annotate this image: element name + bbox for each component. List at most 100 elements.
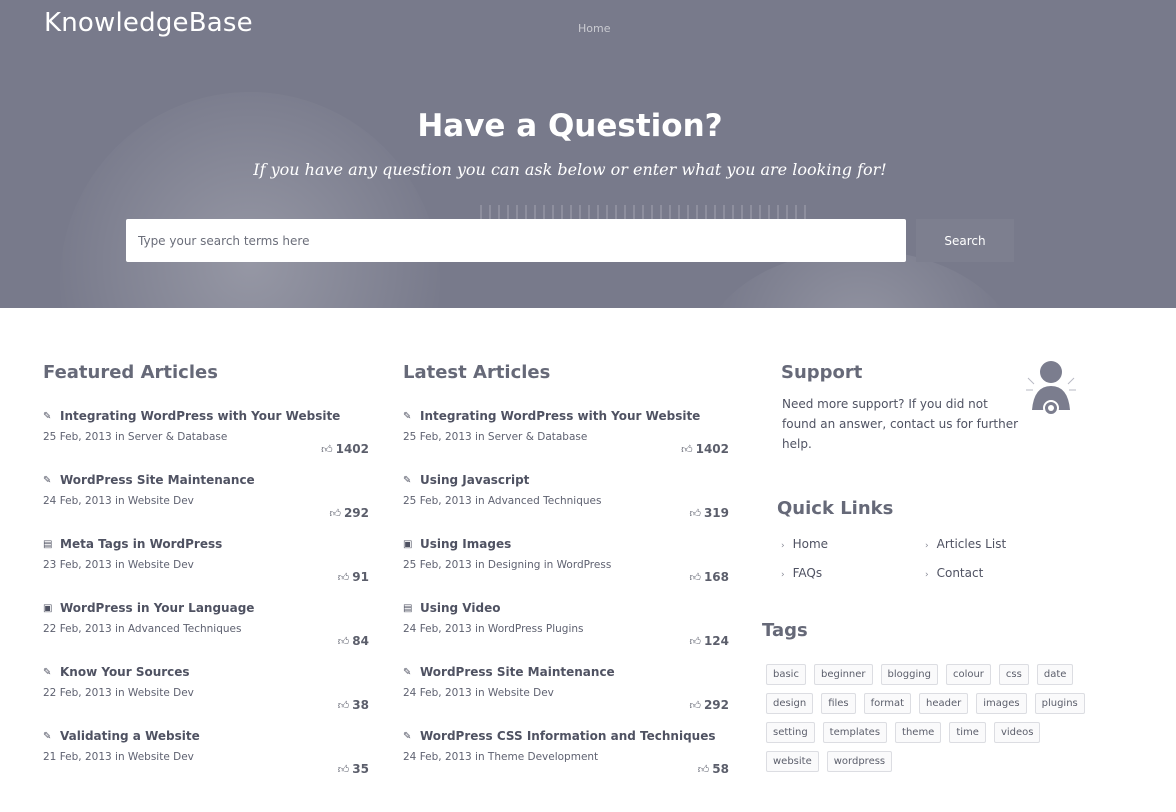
quick-link-label: Home xyxy=(792,537,829,551)
thumbs-up-icon: 👍︎ xyxy=(321,443,333,456)
article-meta: 24 Feb, 2013 in WordPress Plugins xyxy=(403,623,584,635)
tag-theme[interactable]: theme xyxy=(895,722,942,743)
article-item: ✎ Using Javascript 25 Feb, 2013 in Advance… xyxy=(403,473,729,537)
article-meta: 25 Feb, 2013 in Server & Database xyxy=(403,431,588,443)
hero-banner: KnowledgeBase Home Have a Question? If y… xyxy=(0,0,1176,308)
tag-images[interactable]: images xyxy=(976,693,1027,714)
article-meta: 23 Feb, 2013 in Website Dev xyxy=(43,559,194,571)
article-title-link[interactable]: ✎ Using Javascript xyxy=(403,473,729,487)
edit-icon: ✎ xyxy=(403,666,412,678)
article-title: Know Your Sources xyxy=(60,665,190,679)
tag-beginner[interactable]: beginner xyxy=(813,664,873,685)
like-count: 👍︎ 292 xyxy=(689,698,729,712)
article-title-link[interactable]: ✎ Know Your Sources xyxy=(43,665,369,679)
article-title-link[interactable]: ▤ Meta Tags in WordPress xyxy=(43,537,369,551)
support-text: Need more support? If you did not found … xyxy=(782,397,1019,451)
tag-design[interactable]: design xyxy=(766,693,814,714)
tag-date[interactable]: date xyxy=(1036,664,1074,685)
tag-time[interactable]: time xyxy=(949,722,986,743)
tags-heading: Tags xyxy=(762,620,808,641)
article-title: Using Images xyxy=(420,537,512,551)
quick-link-faqs[interactable]: › FAQs xyxy=(781,566,822,580)
edit-icon: ✎ xyxy=(43,730,52,742)
article-list: ✎ Integrating WordPress with Your Website… xyxy=(403,409,729,793)
article-title: Meta Tags in WordPress xyxy=(60,537,223,551)
article-meta: 24 Feb, 2013 in Theme Development xyxy=(403,751,599,763)
like-count: 👍︎ 35 xyxy=(338,762,369,776)
article-title-link[interactable]: ✎ Integrating WordPress with Your Website xyxy=(43,409,369,423)
article-title: WordPress Site Maintenance xyxy=(420,665,615,679)
nav-item[interactable] xyxy=(662,22,746,35)
article-title-link[interactable]: ✎ WordPress Site Maintenance xyxy=(403,665,729,679)
tag-plugins[interactable]: plugins xyxy=(1034,693,1085,714)
tag-videos[interactable]: videos xyxy=(993,722,1041,743)
like-count: 👍︎ 58 xyxy=(698,762,729,776)
tag-files[interactable]: files xyxy=(821,693,856,714)
tag-blogging[interactable]: blogging xyxy=(880,664,938,685)
hero-title: Have a Question? xyxy=(417,108,723,144)
featured-heading: Featured Articles xyxy=(43,362,218,383)
tag-format[interactable]: format xyxy=(863,693,912,714)
search-button[interactable]: Search xyxy=(916,219,1014,262)
article-item: ✎ Know Your Sources 22 Feb, 2013 in Websit… xyxy=(43,665,369,729)
article-title-link[interactable]: ▤ Using Video xyxy=(403,601,729,615)
thumbs-up-icon: 👍︎ xyxy=(681,443,693,456)
nav-item[interactable] xyxy=(746,22,830,35)
like-count-value: 58 xyxy=(712,762,729,776)
quick-link-home[interactable]: › Home xyxy=(781,537,828,551)
article-item: ✎ WordPress CSS Information and Technique… xyxy=(403,729,729,793)
nav-item[interactable] xyxy=(914,22,998,35)
tag-templates[interactable]: templates xyxy=(822,722,888,743)
tag-css[interactable]: css xyxy=(998,664,1029,685)
like-count: 👍︎ 292 xyxy=(329,506,369,520)
nav-item[interactable] xyxy=(830,22,914,35)
edit-icon: ✎ xyxy=(43,410,52,422)
article-title-link[interactable]: ✎ WordPress CSS Information and Technique… xyxy=(403,729,729,743)
article-item: ✎ WordPress Site Maintenance 24 Feb, 2013 … xyxy=(43,473,369,537)
article-meta: 22 Feb, 2013 in Advanced Techniques xyxy=(43,623,242,635)
thumbs-up-icon: 👍︎ xyxy=(337,571,350,584)
article-title-link[interactable]: ▣ WordPress in Your Language xyxy=(43,601,369,615)
quick-links-heading: Quick Links xyxy=(777,498,894,519)
article-title: Integrating WordPress with Your Website xyxy=(60,409,341,423)
like-count-value: 1402 xyxy=(695,442,729,456)
like-count: 👍︎ 319 xyxy=(689,506,729,520)
image-icon: ▣ xyxy=(403,538,413,550)
tag-setting[interactable]: setting xyxy=(766,722,815,743)
tag-basic[interactable]: basic xyxy=(766,664,806,685)
article-title-link[interactable]: ✎ WordPress Site Maintenance xyxy=(43,473,369,487)
article-meta: 25 Feb, 2013 in Advanced Techniques xyxy=(403,495,602,507)
article-item: ▣ Using Images 25 Feb, 2013 in Designing i… xyxy=(403,537,729,601)
main-nav: Home xyxy=(578,22,1166,35)
nav-item[interactable] xyxy=(1082,22,1166,35)
like-count-value: 292 xyxy=(703,698,729,712)
article-title-link[interactable]: ✎ Integrating WordPress with Your Website xyxy=(403,409,729,423)
nav-item-home[interactable]: Home xyxy=(578,22,662,35)
thumbs-up-icon: 👍︎ xyxy=(337,699,350,712)
chevron-right-icon: › xyxy=(925,541,929,551)
article-title-link[interactable]: ▣ Using Images xyxy=(403,537,729,551)
article-title: WordPress CSS Information and Techniques xyxy=(420,729,716,743)
tag-wordpress[interactable]: wordpress xyxy=(826,751,893,772)
site-logo[interactable]: KnowledgeBase xyxy=(44,8,253,38)
thumbs-up-icon: 👍︎ xyxy=(689,699,701,712)
search-input[interactable] xyxy=(126,219,906,262)
article-title-link[interactable]: ✎ Validating a Website xyxy=(43,729,369,743)
tag-header[interactable]: header xyxy=(919,693,969,714)
edit-icon: ✎ xyxy=(403,474,412,486)
edit-icon: ✎ xyxy=(403,410,412,422)
tag-colour[interactable]: colour xyxy=(945,664,991,685)
article-title: WordPress Site Maintenance xyxy=(60,473,255,487)
quick-link-contact[interactable]: › Contact xyxy=(925,566,983,580)
support-user-icon xyxy=(1026,361,1076,416)
nav-item[interactable] xyxy=(998,22,1082,35)
like-count: 👍︎ 168 xyxy=(689,570,729,584)
latest-heading: Latest Articles xyxy=(403,362,551,383)
featured-articles: Featured Articles ✎ Integrating WordPress… xyxy=(43,362,369,793)
like-count: 👍︎ 84 xyxy=(338,634,369,648)
quick-link-articles-list[interactable]: › Articles List xyxy=(925,537,1006,551)
article-meta: 25 Feb, 2013 in Designing in WordPress xyxy=(403,559,612,571)
like-count-value: 292 xyxy=(343,506,369,520)
tag-website[interactable]: website xyxy=(766,751,819,772)
article-meta: 24 Feb, 2013 in Website Dev xyxy=(43,495,194,507)
